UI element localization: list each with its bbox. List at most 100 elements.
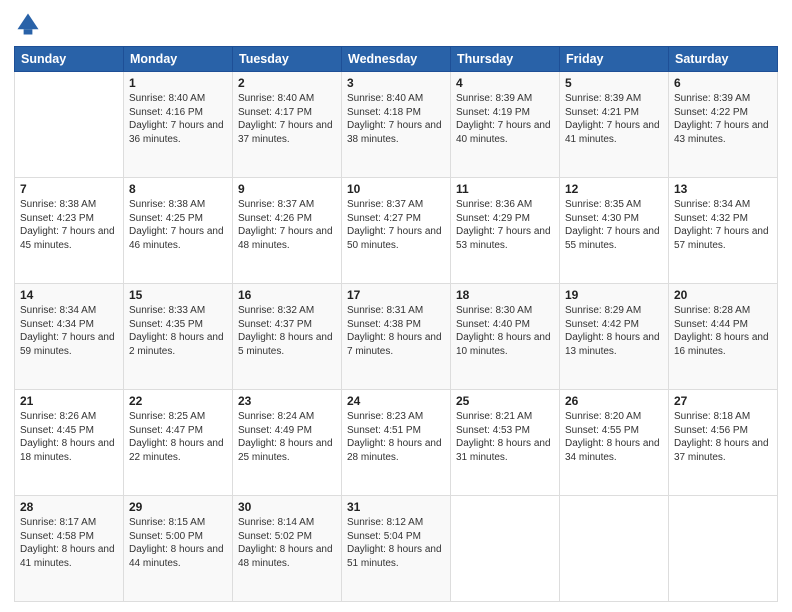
cell-text: Sunrise: 8:29 AMSunset: 4:42 PMDaylight:… [565,304,663,358]
day-number: 25 [456,394,554,408]
day-cell: 1 Sunrise: 8:40 AMSunset: 4:16 PMDaylight… [124,72,233,178]
cell-text: Sunrise: 8:28 AMSunset: 4:44 PMDaylight:… [674,304,772,358]
day-number: 9 [238,182,336,196]
day-cell: 5 Sunrise: 8:39 AMSunset: 4:21 PMDaylight… [560,72,669,178]
day-number: 12 [565,182,663,196]
week-row-2: 7 Sunrise: 8:38 AMSunset: 4:23 PMDaylight… [15,178,778,284]
cell-text: Sunrise: 8:34 AMSunset: 4:32 PMDaylight:… [674,198,772,252]
day-number: 24 [347,394,445,408]
day-number: 6 [674,76,772,90]
day-cell: 4 Sunrise: 8:39 AMSunset: 4:19 PMDaylight… [451,72,560,178]
cell-text: Sunrise: 8:23 AMSunset: 4:51 PMDaylight:… [347,410,445,464]
logo [14,10,46,38]
day-number: 26 [565,394,663,408]
cell-text: Sunrise: 8:38 AMSunset: 4:25 PMDaylight:… [129,198,227,252]
day-number: 30 [238,500,336,514]
day-cell: 3 Sunrise: 8:40 AMSunset: 4:18 PMDaylight… [342,72,451,178]
day-number: 20 [674,288,772,302]
day-number: 17 [347,288,445,302]
day-cell: 26Sunrise: 8:20 AMSunset: 4:55 PMDayligh… [560,390,669,496]
day-cell: 16Sunrise: 8:32 AMSunset: 4:37 PMDayligh… [233,284,342,390]
cell-text: Sunrise: 8:37 AMSunset: 4:27 PMDaylight:… [347,198,445,252]
day-number: 31 [347,500,445,514]
day-cell: 29 Sunrise: 8:15 AMSunset: 5:00 PMDayligh… [124,496,233,602]
week-row-1: 1 Sunrise: 8:40 AMSunset: 4:16 PMDaylight… [15,72,778,178]
cell-text: Sunrise: 8:40 AMSunset: 4:16 PMDaylight:… [129,92,227,146]
col-header-sunday: Sunday [15,47,124,72]
calendar-table: SundayMondayTuesdayWednesdayThursdayFrid… [14,46,778,602]
col-header-monday: Monday [124,47,233,72]
day-number: 7 [20,182,118,196]
cell-text: Sunrise: 8:40 AMSunset: 4:18 PMDaylight:… [347,92,445,146]
cell-text: Sunrise: 8:39 AMSunset: 4:22 PMDaylight:… [674,92,772,146]
day-cell: 31 Sunrise: 8:12 AMSunset: 5:04 PMDayligh… [342,496,451,602]
day-number: 18 [456,288,554,302]
week-row-3: 14Sunrise: 8:34 AMSunset: 4:34 PMDayligh… [15,284,778,390]
col-header-thursday: Thursday [451,47,560,72]
cell-text: Sunrise: 8:35 AMSunset: 4:30 PMDaylight:… [565,198,663,252]
day-cell: 24 Sunrise: 8:23 AMSunset: 4:51 PMDayligh… [342,390,451,496]
col-header-saturday: Saturday [669,47,778,72]
day-cell [560,496,669,602]
day-number: 23 [238,394,336,408]
cell-text: Sunrise: 8:17 AMSunset: 4:58 PMDaylight:… [20,516,118,570]
day-cell: 8 Sunrise: 8:38 AMSunset: 4:25 PMDaylight… [124,178,233,284]
day-cell: 7 Sunrise: 8:38 AMSunset: 4:23 PMDaylight… [15,178,124,284]
day-cell: 22 Sunrise: 8:25 AMSunset: 4:47 PMDayligh… [124,390,233,496]
day-cell: 12 Sunrise: 8:35 AMSunset: 4:30 PMDayligh… [560,178,669,284]
day-number: 28 [20,500,118,514]
cell-text: Sunrise: 8:37 AMSunset: 4:26 PMDaylight:… [238,198,336,252]
day-cell [669,496,778,602]
day-number: 8 [129,182,227,196]
cell-text: Sunrise: 8:39 AMSunset: 4:21 PMDaylight:… [565,92,663,146]
cell-text: Sunrise: 8:31 AMSunset: 4:38 PMDaylight:… [347,304,445,358]
day-number: 15 [129,288,227,302]
week-row-4: 21Sunrise: 8:26 AMSunset: 4:45 PMDayligh… [15,390,778,496]
day-cell: 20 Sunrise: 8:28 AMSunset: 4:44 PMDayligh… [669,284,778,390]
cell-text: Sunrise: 8:14 AMSunset: 5:02 PMDaylight:… [238,516,336,570]
page: SundayMondayTuesdayWednesdayThursdayFrid… [0,0,792,612]
day-number: 3 [347,76,445,90]
day-number: 5 [565,76,663,90]
cell-text: Sunrise: 8:12 AMSunset: 5:04 PMDaylight:… [347,516,445,570]
cell-text: Sunrise: 8:40 AMSunset: 4:17 PMDaylight:… [238,92,336,146]
day-cell: 19Sunrise: 8:29 AMSunset: 4:42 PMDayligh… [560,284,669,390]
day-number: 10 [347,182,445,196]
cell-text: Sunrise: 8:25 AMSunset: 4:47 PMDaylight:… [129,410,227,464]
day-cell: 17 Sunrise: 8:31 AMSunset: 4:38 PMDayligh… [342,284,451,390]
header-row: SundayMondayTuesdayWednesdayThursdayFrid… [15,47,778,72]
col-header-friday: Friday [560,47,669,72]
week-row-5: 28 Sunrise: 8:17 AMSunset: 4:58 PMDayligh… [15,496,778,602]
cell-text: Sunrise: 8:18 AMSunset: 4:56 PMDaylight:… [674,410,772,464]
day-cell: 6 Sunrise: 8:39 AMSunset: 4:22 PMDaylight… [669,72,778,178]
day-cell: 15 Sunrise: 8:33 AMSunset: 4:35 PMDayligh… [124,284,233,390]
day-cell: 11Sunrise: 8:36 AMSunset: 4:29 PMDayligh… [451,178,560,284]
day-cell [451,496,560,602]
day-number: 13 [674,182,772,196]
col-header-wednesday: Wednesday [342,47,451,72]
cell-text: Sunrise: 8:39 AMSunset: 4:19 PMDaylight:… [456,92,554,146]
day-cell: 30 Sunrise: 8:14 AMSunset: 5:02 PMDayligh… [233,496,342,602]
day-cell: 25Sunrise: 8:21 AMSunset: 4:53 PMDayligh… [451,390,560,496]
day-cell: 21Sunrise: 8:26 AMSunset: 4:45 PMDayligh… [15,390,124,496]
day-cell: 23Sunrise: 8:24 AMSunset: 4:49 PMDayligh… [233,390,342,496]
day-cell: 27Sunrise: 8:18 AMSunset: 4:56 PMDayligh… [669,390,778,496]
day-cell: 14Sunrise: 8:34 AMSunset: 4:34 PMDayligh… [15,284,124,390]
day-cell: 13 Sunrise: 8:34 AMSunset: 4:32 PMDayligh… [669,178,778,284]
cell-text: Sunrise: 8:36 AMSunset: 4:29 PMDaylight:… [456,198,554,252]
cell-text: Sunrise: 8:15 AMSunset: 5:00 PMDaylight:… [129,516,227,570]
day-number: 14 [20,288,118,302]
day-number: 22 [129,394,227,408]
day-number: 1 [129,76,227,90]
cell-text: Sunrise: 8:33 AMSunset: 4:35 PMDaylight:… [129,304,227,358]
logo-icon [14,10,42,38]
cell-text: Sunrise: 8:32 AMSunset: 4:37 PMDaylight:… [238,304,336,358]
day-number: 21 [20,394,118,408]
day-cell: 2 Sunrise: 8:40 AMSunset: 4:17 PMDaylight… [233,72,342,178]
day-number: 4 [456,76,554,90]
day-number: 2 [238,76,336,90]
header [14,10,778,38]
cell-text: Sunrise: 8:38 AMSunset: 4:23 PMDaylight:… [20,198,118,252]
day-cell: 10 Sunrise: 8:37 AMSunset: 4:27 PMDayligh… [342,178,451,284]
day-number: 29 [129,500,227,514]
